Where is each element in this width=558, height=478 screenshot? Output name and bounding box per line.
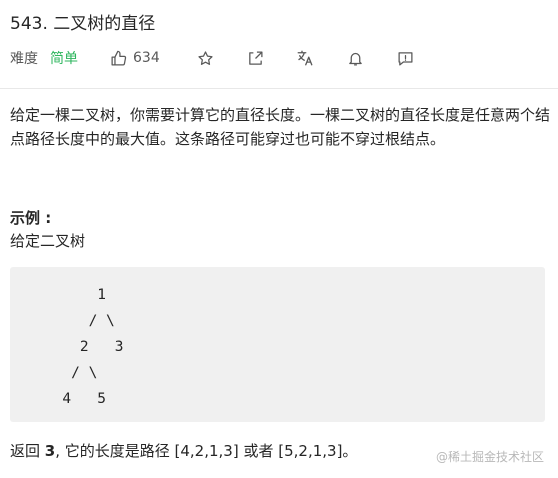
- result-prefix: 返回: [10, 442, 45, 460]
- difficulty-label: 难度: [10, 51, 38, 67]
- translate-button[interactable]: [294, 47, 316, 69]
- thumbs-up-icon: [111, 50, 127, 66]
- share-icon: [248, 50, 263, 65]
- example-subtitle: 给定二叉树: [10, 232, 86, 250]
- difficulty-badge: 简单: [50, 51, 78, 67]
- like-count: 634: [133, 50, 160, 66]
- feedback-button[interactable]: [394, 47, 416, 69]
- like-button[interactable]: 634: [110, 50, 160, 67]
- problem-description: 给定一棵二叉树，你需要计算它的直径长度。一棵二叉树的直径长度是任意两个结点路径长…: [10, 106, 551, 148]
- problem-title: 543. 二叉树的直径: [10, 14, 156, 34]
- divider: [0, 88, 558, 89]
- result-value: 3: [44, 442, 56, 460]
- problem-meta-row: 难度 简单 634: [10, 47, 430, 69]
- subscribe-button[interactable]: [344, 47, 366, 69]
- share-button[interactable]: [244, 47, 266, 69]
- bell-icon: [348, 52, 362, 66]
- example-title: 示例 :: [10, 209, 52, 227]
- binary-tree-diagram: 1 / \ 2 3 / \ 4 5: [62, 287, 124, 407]
- translate-icon: [297, 50, 313, 66]
- star-icon: [197, 50, 213, 65]
- example-code-block: 1 / \ 2 3 / \ 4 5: [10, 267, 545, 422]
- feedback-icon: [397, 51, 413, 66]
- favorite-button[interactable]: [194, 47, 216, 69]
- watermark: @稀土掘金技术社区: [435, 450, 544, 464]
- example-result: 返回 3, 它的长度是路径 [4,2,1,3] 或者 [5,2,1,3]。: [10, 440, 357, 462]
- result-suffix: , 它的长度是路径 [4,2,1,3] 或者 [5,2,1,3]。: [55, 442, 358, 460]
